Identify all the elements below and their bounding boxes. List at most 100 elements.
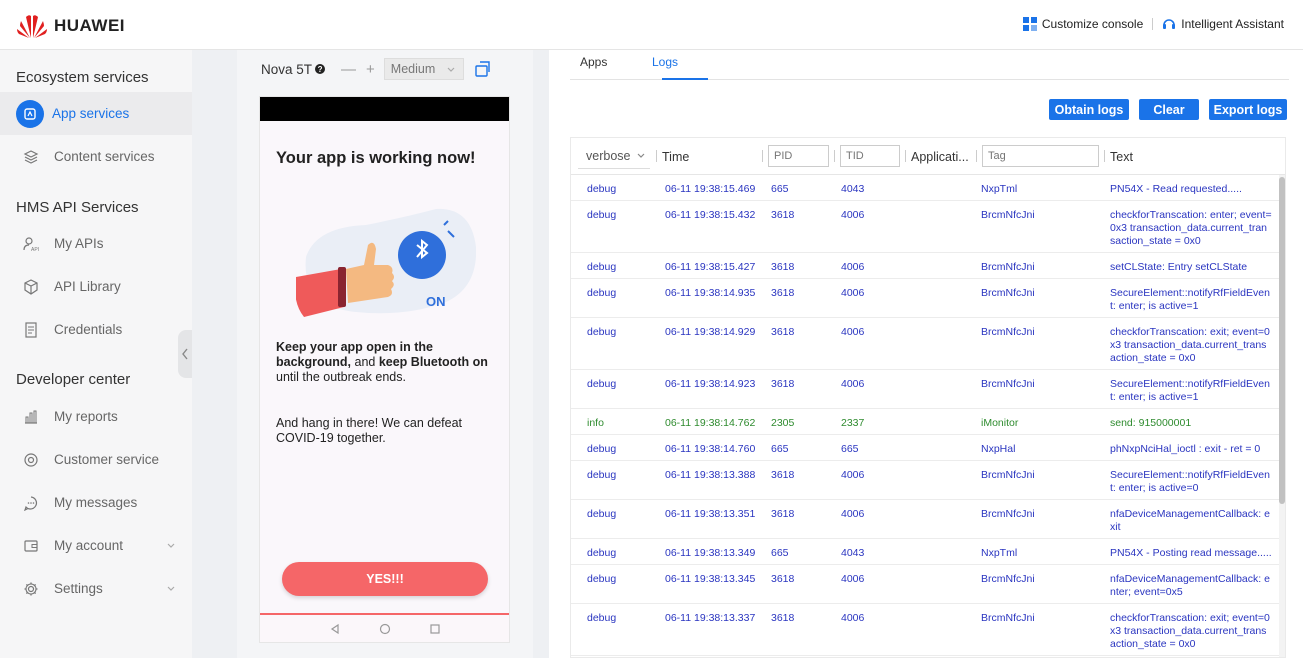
- log-cell-time: 06-11 19:38:13.351: [665, 508, 756, 520]
- clear-button[interactable]: Clear: [1139, 99, 1199, 120]
- zoom-in-button[interactable]: +: [366, 61, 375, 78]
- sidebar-item-my-reports[interactable]: My reports: [0, 395, 192, 438]
- sidebar-item-label: My APIs: [54, 236, 104, 251]
- column-divider: [1104, 150, 1105, 162]
- back-icon[interactable]: [329, 623, 341, 635]
- log-cell-tid: 4006: [841, 209, 865, 221]
- scrollbar-thumb[interactable]: [1279, 177, 1285, 504]
- log-cell-tag: NxpTml: [981, 547, 1018, 559]
- log-cell-pid: 2305: [771, 417, 795, 429]
- log-row[interactable]: debug 06-11 19:38:14.929 3618 4006 BrcmNfcJn…: [571, 318, 1281, 370]
- sidebar-item-my-account[interactable]: My account: [0, 524, 192, 567]
- yes-button[interactable]: YES!!!: [282, 562, 488, 596]
- headset-icon: [1162, 17, 1176, 31]
- log-cell-pid: 3618: [771, 469, 795, 481]
- log-cell-time: 06-11 19:38:13.345: [665, 573, 756, 585]
- log-cell-time: 06-11 19:38:14.935: [665, 287, 756, 299]
- instruction-text: Keep your app open in the background, an…: [276, 340, 501, 385]
- log-cell-text: checkforTranscation: exit; event=0x3 tra…: [1110, 326, 1270, 364]
- log-row[interactable]: info 06-11 19:38:14.762 2305 2337 iMonitor se…: [571, 409, 1281, 435]
- export-logs-button[interactable]: Export logs: [1209, 99, 1287, 120]
- log-row[interactable]: debug 06-11 19:38:13.337 3618 4006 BrcmNfcJn…: [571, 604, 1281, 656]
- column-divider: [656, 150, 657, 162]
- log-cell-tid: 4006: [841, 573, 865, 585]
- log-cell-tid: 4043: [841, 183, 865, 195]
- log-cell-time: 06-11 19:38:14.760: [665, 443, 756, 455]
- log-cell-level: debug: [587, 547, 617, 559]
- log-cell-tag: BrcmNfcJni: [981, 326, 1035, 338]
- intelligent-assistant-link[interactable]: Intelligent Assistant: [1162, 17, 1284, 31]
- zoom-out-button[interactable]: —: [341, 61, 356, 78]
- customer-service-icon: [20, 449, 42, 471]
- log-row[interactable]: debug 06-11 19:38:15.427 3618 4006 BrcmNfcJn…: [571, 253, 1281, 279]
- log-cell-level: debug: [587, 612, 617, 624]
- log-cell-tid: 4006: [841, 326, 865, 338]
- sidebar-item-label: Settings: [54, 581, 103, 596]
- sidebar-item-api-library[interactable]: API Library: [0, 265, 192, 308]
- size-select[interactable]: Medium: [383, 58, 464, 80]
- sidebar-collapse-button[interactable]: [178, 330, 192, 378]
- sidebar-item-label: My reports: [54, 409, 118, 424]
- log-cell-tag: BrcmNfcJni: [981, 508, 1035, 520]
- tab-logs[interactable]: Logs: [652, 55, 678, 69]
- sidebar-item-customer-service[interactable]: Customer service: [0, 438, 192, 481]
- log-cell-text: SecureElement::notifyRfFieldEvent: enter…: [1110, 378, 1270, 403]
- column-header-time: Time: [662, 149, 690, 164]
- log-row[interactable]: debug 06-11 19:38:15.432 3618 4006 BrcmNfcJn…: [571, 201, 1281, 253]
- log-cell-text: checkforTranscation: enter; event=0x3 tr…: [1110, 209, 1272, 247]
- help-icon[interactable]: ?: [315, 64, 326, 74]
- tab-apps[interactable]: Apps: [580, 55, 607, 69]
- encouragement-text: And hang in there! We can defeat COVID-1…: [276, 416, 463, 445]
- instruction-text-1: and: [351, 355, 379, 369]
- log-row[interactable]: debug 06-11 19:38:14.760 665 665 NxpHal phNxp…: [571, 435, 1281, 461]
- log-row[interactable]: debug 06-11 19:38:14.923 3618 4006 BrcmNfcJn…: [571, 370, 1281, 409]
- device-preview-panel: Nova 5T ? — + Medium Your app is working…: [237, 50, 533, 658]
- sidebar-item-my-apis[interactable]: API My APIs: [0, 222, 192, 265]
- log-row[interactable]: debug 06-11 19:38:13.351 3618 4006 BrcmNfcJn…: [571, 500, 1281, 539]
- log-row[interactable]: debug 06-11 19:38:15.469 665 4043 NxpTml PN54…: [571, 175, 1281, 201]
- gear-icon: [20, 578, 42, 600]
- log-cell-time: 06-11 19:38:13.337: [665, 612, 756, 624]
- rotate-icon[interactable]: [474, 60, 492, 78]
- brand-name: HUAWEI: [54, 16, 125, 35]
- sidebar-item-credentials[interactable]: Credentials: [0, 308, 192, 351]
- sidebar-item-my-messages[interactable]: My messages: [0, 481, 192, 524]
- log-level-select[interactable]: verbose: [578, 143, 650, 169]
- recents-icon[interactable]: [429, 623, 441, 635]
- log-cell-tid: 4006: [841, 378, 865, 390]
- log-cell-tid: 4006: [841, 508, 865, 520]
- instruction-text-2: until the outbreak ends.: [276, 370, 406, 384]
- sidebar-item-label: My messages: [54, 495, 138, 510]
- log-cell-text: PN54X - Posting read message.....: [1110, 547, 1272, 559]
- log-row[interactable]: debug 06-11 19:38:13.349 665 4043 NxpTml PN54…: [571, 539, 1281, 565]
- size-select-value: Medium: [390, 62, 436, 76]
- customize-console-link[interactable]: Customize console: [1022, 17, 1143, 31]
- log-cell-pid: 3618: [771, 326, 795, 338]
- log-cell-level: debug: [587, 573, 617, 585]
- sidebar-item-content-services[interactable]: Content services: [0, 135, 192, 178]
- log-cell-level: debug: [587, 469, 617, 481]
- huawei-logo[interactable]: HUAWEI: [16, 13, 125, 39]
- log-row[interactable]: debug 06-11 19:38:13.388 3618 4006 BrcmNfcJn…: [571, 461, 1281, 500]
- log-cell-time: 06-11 19:38:13.349: [665, 547, 756, 559]
- column-divider: [834, 150, 835, 162]
- log-cell-level: debug: [587, 287, 617, 299]
- layers-icon: [20, 146, 42, 168]
- log-scrollbar[interactable]: [1279, 175, 1285, 657]
- log-cell-pid: 3618: [771, 287, 795, 299]
- log-row[interactable]: debug 06-11 19:38:13.345 3618 4006 BrcmNfcJn…: [571, 565, 1281, 604]
- log-cell-level: debug: [587, 209, 617, 221]
- obtain-logs-button[interactable]: Obtain logs: [1049, 99, 1129, 120]
- device-name: Nova 5T: [261, 61, 313, 77]
- log-cell-text: nfaDeviceManagementCallback: enter; even…: [1110, 573, 1270, 598]
- pid-filter-input[interactable]: [768, 145, 829, 167]
- sidebar-item-settings[interactable]: Settings: [0, 567, 192, 610]
- tag-filter-input[interactable]: [982, 145, 1099, 167]
- log-row[interactable]: debug 06-11 19:38:14.935 3618 4006 BrcmNfcJn…: [571, 279, 1281, 318]
- home-icon[interactable]: [379, 623, 391, 635]
- top-bar: HUAWEI Customize console Intelligent Ass…: [0, 0, 1303, 50]
- sidebar-item-app-services[interactable]: App services: [0, 92, 192, 135]
- log-cell-time: 06-11 19:38:15.469: [665, 183, 756, 195]
- tid-filter-input[interactable]: [840, 145, 900, 167]
- log-cell-time: 06-11 19:38:14.923: [665, 378, 756, 390]
